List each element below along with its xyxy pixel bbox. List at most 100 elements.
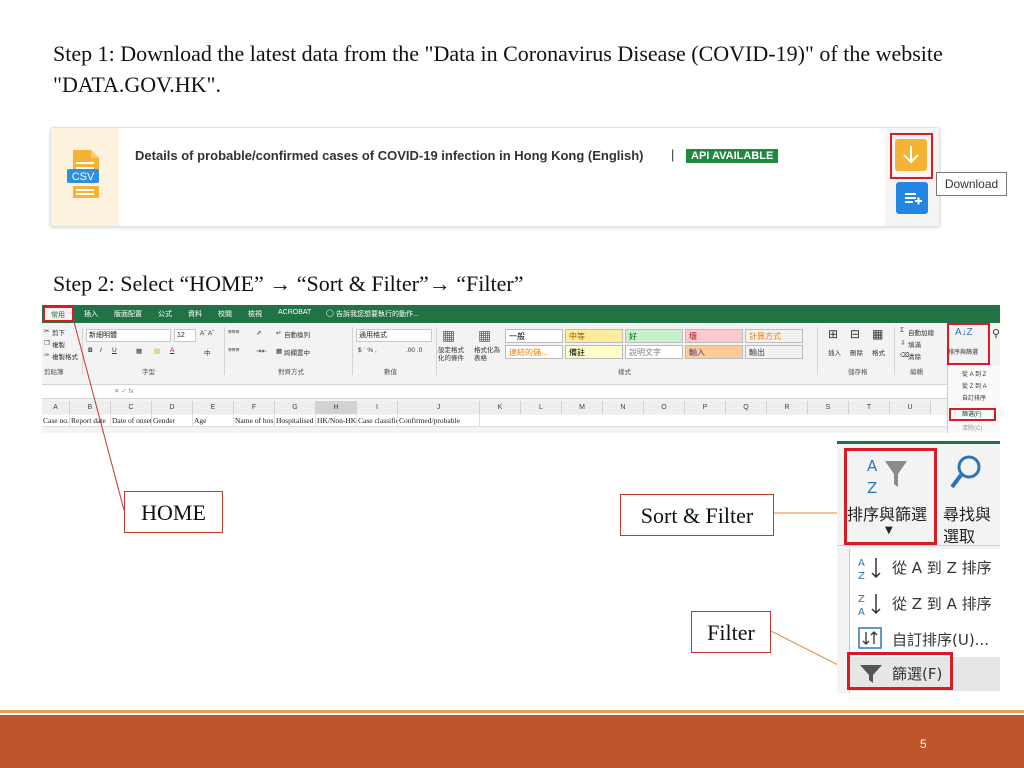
column-header[interactable]: G [275, 401, 316, 414]
number-format-select[interactable]: 通用格式 [356, 329, 432, 342]
font-name-select[interactable]: 新細明體 [86, 329, 171, 342]
column-header[interactable]: I [357, 401, 398, 414]
column-header[interactable]: F [234, 401, 275, 414]
orientation-icon[interactable]: ⇗ [256, 329, 261, 337]
table-cell[interactable]: Case no. [42, 415, 70, 427]
italic-icon[interactable]: I [100, 347, 102, 354]
sort-a-to-z-icon: A Z [858, 558, 881, 581]
formula-bar[interactable]: ✕ ✓ fx [42, 384, 947, 399]
mini-custom-sort[interactable]: 自訂排序 [962, 393, 986, 402]
table-cell[interactable]: HK/Non-HK [316, 415, 357, 427]
find-select-label[interactable]: 尋找與 [943, 501, 991, 525]
table-cell[interactable]: Report date [70, 415, 111, 427]
column-header[interactable]: P [685, 401, 726, 414]
cell-style-option[interactable]: 連結的儲... [505, 345, 563, 359]
format-as-table-button[interactable]: 格式化為表格 [474, 347, 504, 363]
clipboard-group-label: 剪貼簿 [44, 369, 64, 376]
tab-page-layout[interactable]: 版面配置 [114, 309, 142, 319]
font-grow-icon[interactable]: Aˆ Aˇ [200, 330, 214, 337]
cell-style-option[interactable]: 好 [625, 329, 683, 343]
cell-style-option[interactable]: 一般 [505, 329, 563, 343]
borders-icon[interactable]: ▦ [136, 347, 142, 355]
merge-icon: ▦ [276, 348, 283, 355]
file-icon-area: CSV [51, 128, 119, 226]
column-header[interactable]: S [808, 401, 849, 414]
table-cell[interactable]: Case classification [357, 415, 398, 427]
footer-accent-line [0, 710, 1024, 713]
table-cell[interactable]: Date of onset [111, 415, 152, 427]
tab-formulas[interactable]: 公式 [158, 309, 172, 319]
step2-instruction: Step 2: Select “HOME” → “Sort & Filter”→… [53, 271, 524, 296]
insert-cells-button[interactable]: 插入 [828, 347, 841, 357]
format-painter-button[interactable]: 複製格式 [52, 351, 78, 361]
column-header[interactable]: C [111, 401, 152, 414]
column-header[interactable]: B [70, 401, 111, 414]
column-header[interactable]: Q [726, 401, 767, 414]
table-cell[interactable]: Age [193, 415, 234, 427]
find-select-label-line2: 選取 [943, 527, 976, 546]
column-header[interactable]: R [767, 401, 808, 414]
cell-style-option[interactable]: 輸出 [745, 345, 803, 359]
sort-a-to-z-item[interactable]: 從 A 到 Z 排序 [892, 557, 992, 578]
column-header[interactable]: U [890, 401, 931, 414]
cell-style-option[interactable]: 說明文字 [625, 345, 683, 359]
font-size-select[interactable]: 12 [174, 329, 196, 342]
sort-z-to-a-icon: Z A [858, 594, 881, 617]
align-top-icon[interactable]: ≡≡≡ [228, 329, 239, 336]
mini-clear[interactable]: 清除(C) [962, 423, 982, 432]
clear-button[interactable]: 清除 [908, 351, 921, 361]
tab-data[interactable]: 資料 [188, 309, 202, 319]
autosum-button[interactable]: 自動加總 [908, 327, 934, 337]
align-left-icon[interactable]: ≡≡≡ [228, 347, 239, 354]
csv-label: CSV [72, 171, 95, 183]
delete-cells-button[interactable]: 刪除 [850, 347, 863, 357]
cell-style-option[interactable]: 壞 [685, 329, 743, 343]
column-header[interactable]: A [42, 401, 70, 414]
cell-style-option[interactable]: 輸入 [685, 345, 743, 359]
custom-sort-item[interactable]: 自訂排序(U)... [892, 629, 989, 650]
sort-z-to-a-item[interactable]: 從 Z 到 A 排序 [892, 593, 992, 614]
tab-insert[interactable]: 插入 [84, 309, 98, 319]
column-header[interactable]: L [521, 401, 562, 414]
table-cell[interactable]: Gender [152, 415, 193, 427]
column-header[interactable]: N [603, 401, 644, 414]
column-header[interactable]: D [152, 401, 193, 414]
fill-button[interactable]: 填滿 [908, 339, 921, 349]
tab-review[interactable]: 校閱 [218, 309, 232, 319]
column-header[interactable]: K [480, 401, 521, 414]
tab-view[interactable]: 檢視 [248, 309, 262, 319]
table-cell[interactable]: Confirmed/probable [398, 415, 480, 427]
conditional-format-button[interactable]: 設定格式化的條件 [438, 347, 470, 363]
currency-icon[interactable]: $ ˙ % , [358, 347, 377, 354]
mini-sort-za[interactable]: 從 Z 到 A [962, 381, 987, 390]
phonetic-icon[interactable]: 中 [204, 347, 211, 357]
format-cells-button[interactable]: 格式 [872, 347, 885, 357]
column-header[interactable]: E [193, 401, 234, 414]
table-cell[interactable]: Hospitalised [275, 415, 316, 427]
cell-style-option[interactable]: 計算方式 [745, 329, 803, 343]
column-header[interactable]: T [849, 401, 890, 414]
fill-color-icon[interactable]: ▧ [154, 347, 160, 355]
indent-icon[interactable]: ⇥⇤ [256, 347, 267, 355]
column-header[interactable]: M [562, 401, 603, 414]
font-color-icon[interactable]: A [170, 347, 174, 354]
tell-me-box[interactable]: 告訴我您想要執行的動作... [336, 309, 419, 319]
add-to-list-button[interactable] [896, 182, 928, 214]
tab-acrobat[interactable]: ACROBAT [278, 309, 311, 316]
cut-button[interactable]: 剪下 [52, 327, 65, 337]
wrap-text-button[interactable]: 自動換列 [284, 329, 310, 339]
column-header[interactable]: J [398, 401, 480, 414]
copy-button[interactable]: 複製 [52, 339, 65, 349]
bold-icon[interactable]: B [88, 347, 93, 354]
underline-icon[interactable]: U [112, 347, 117, 354]
cell-style-option[interactable]: 中等 [565, 329, 623, 343]
csv-file-icon: CSV [67, 150, 99, 198]
decimal-icon[interactable]: .00 .0 [406, 347, 422, 354]
column-header[interactable]: O [644, 401, 685, 414]
mini-sort-az[interactable]: 從 A 到 Z [962, 369, 986, 378]
cell-style-option[interactable]: 備註 [565, 345, 623, 359]
merge-center-button[interactable]: 跨欄置中 [284, 347, 310, 357]
table-cell[interactable]: Name of hospital [234, 415, 275, 427]
dataset-title[interactable]: Details of probable/confirmed cases of C… [135, 148, 644, 163]
column-header[interactable]: H [316, 401, 357, 414]
